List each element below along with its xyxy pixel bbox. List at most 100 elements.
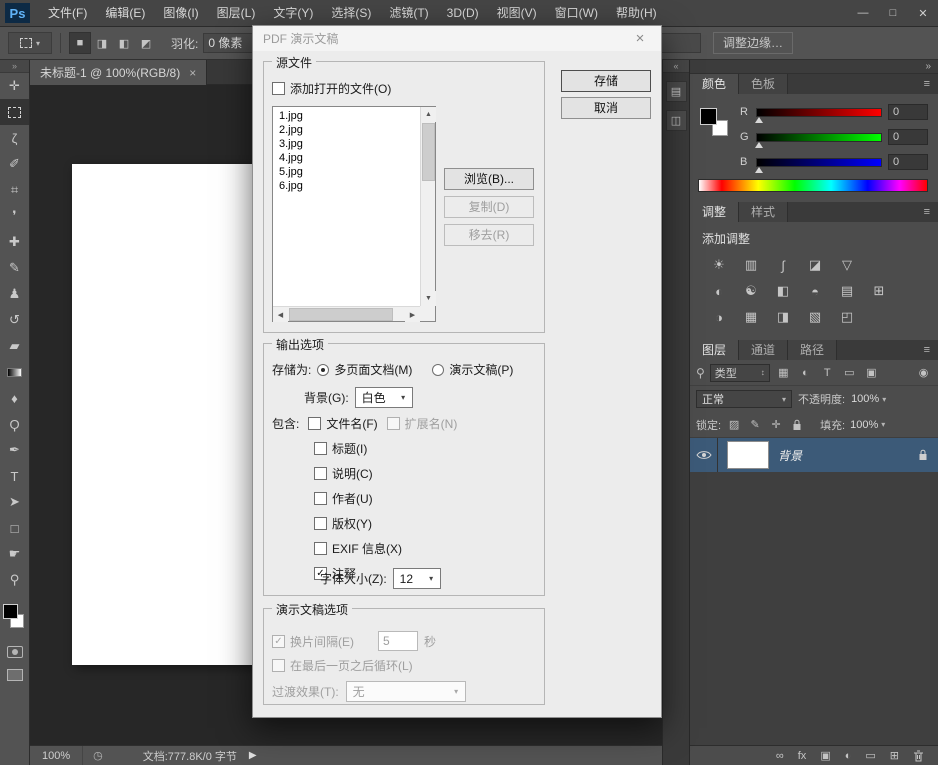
dodge-tool[interactable]: Ϙ xyxy=(0,411,29,437)
copyright-checkbox[interactable]: 版权(Y) xyxy=(314,515,402,532)
gradient-map-icon[interactable]: ▧ xyxy=(804,308,826,326)
eraser-tool[interactable]: ▰ xyxy=(0,333,29,359)
zoom-level-field[interactable]: 100% xyxy=(30,746,83,765)
scroll-left-icon[interactable]: ◀ xyxy=(273,307,288,322)
color-lookup-icon[interactable]: ⊞ xyxy=(868,282,890,300)
minimize-button[interactable]: — xyxy=(848,7,878,19)
menu-view[interactable]: 视图(V) xyxy=(488,0,546,27)
refine-edge-button[interactable]: 调整边缘… xyxy=(713,32,793,54)
panel-menu-icon[interactable]: ≡ xyxy=(924,206,938,218)
exposure-icon[interactable]: ◪ xyxy=(804,256,826,274)
maximize-button[interactable]: □ xyxy=(878,7,908,19)
save-button[interactable]: 存储 xyxy=(561,70,651,92)
color-balance-icon[interactable]: ☯ xyxy=(740,282,762,300)
menu-3d[interactable]: 3D(D) xyxy=(438,0,488,27)
vibrance-icon[interactable]: ▽ xyxy=(836,256,858,274)
gradient-tool[interactable] xyxy=(0,359,29,385)
panel-menu-icon[interactable]: ≡ xyxy=(924,344,938,356)
checkbox[interactable] xyxy=(272,82,285,95)
quick-selection-tool[interactable]: ✐ xyxy=(0,151,29,177)
black-white-icon[interactable]: ◧ xyxy=(772,282,794,300)
background-dropdown[interactable]: 白色 ▾ xyxy=(355,387,413,408)
scroll-up-icon[interactable]: ▲ xyxy=(421,107,436,122)
delete-layer-icon[interactable] xyxy=(913,750,924,762)
new-layer-icon[interactable]: ⊞ xyxy=(890,749,899,762)
filename-checkbox[interactable]: 文件名(F) xyxy=(308,415,377,432)
foreground-color-swatch[interactable] xyxy=(700,108,717,125)
checkbox[interactable] xyxy=(314,442,327,455)
menu-help[interactable]: 帮助(H) xyxy=(607,0,666,27)
rectangular-marquee-tool[interactable] xyxy=(0,99,29,125)
list-item[interactable]: 6.jpg xyxy=(273,179,420,193)
color-spectrum-ramp[interactable] xyxy=(698,179,928,192)
menu-file[interactable]: 文件(F) xyxy=(39,0,96,27)
toolbar-collapse-icon[interactable]: » xyxy=(0,60,29,73)
filter-type-layers-icon[interactable]: T xyxy=(819,364,836,382)
horizontal-scrollbar[interactable]: ◀ ▶ xyxy=(273,306,420,321)
tab-paths[interactable]: 路径 xyxy=(788,340,837,360)
list-item[interactable]: 4.jpg xyxy=(273,151,420,165)
link-layers-icon[interactable]: ∞ xyxy=(776,750,784,762)
scroll-right-icon[interactable]: ▶ xyxy=(405,307,420,322)
lock-transparency-icon[interactable]: ▨ xyxy=(726,417,742,433)
intersect-selection-mode-button[interactable]: ◩ xyxy=(135,32,157,54)
dialog-close-icon[interactable]: × xyxy=(629,30,651,47)
list-item[interactable]: 3.jpg xyxy=(273,137,420,151)
red-slider[interactable] xyxy=(756,108,882,117)
presentation-radio[interactable]: 演示文稿(P) xyxy=(432,361,513,378)
filter-pixel-layers-icon[interactable]: ▦ xyxy=(775,364,792,382)
blue-value-field[interactable]: 0 xyxy=(888,154,928,170)
document-canvas[interactable] xyxy=(72,164,258,665)
brightness-contrast-icon[interactable]: ☀ xyxy=(708,256,730,274)
add-to-selection-mode-button[interactable]: ◨ xyxy=(91,32,113,54)
exif-checkbox[interactable]: EXIF 信息(X) xyxy=(314,540,402,557)
lock-all-icon[interactable] xyxy=(789,417,805,433)
pen-tool[interactable]: ✒ xyxy=(0,437,29,463)
slider-handle[interactable] xyxy=(755,117,763,123)
new-selection-mode-button[interactable]: ■ xyxy=(69,32,91,54)
blue-slider[interactable] xyxy=(756,158,882,167)
brush-tool[interactable]: ✎ xyxy=(0,255,29,281)
new-group-icon[interactable]: ▭ xyxy=(865,749,875,762)
panel-menu-icon[interactable]: ≡ xyxy=(924,78,938,90)
status-menu-arrow-icon[interactable]: ▶ xyxy=(249,750,257,761)
multipage-radio[interactable]: 多页面文档(M) xyxy=(317,361,412,378)
path-selection-tool[interactable]: ➤ xyxy=(0,489,29,515)
spot-healing-brush-tool[interactable]: ✚ xyxy=(0,229,29,255)
tab-close-icon[interactable]: × xyxy=(189,66,196,80)
layer-thumbnail[interactable] xyxy=(727,441,769,469)
filter-shape-layers-icon[interactable]: ▭ xyxy=(841,364,858,382)
menu-edit[interactable]: 编辑(E) xyxy=(96,0,154,27)
slider-handle[interactable] xyxy=(755,167,763,173)
type-tool[interactable]: T xyxy=(0,463,29,489)
scrollbar-thumb[interactable] xyxy=(422,123,435,181)
radio[interactable] xyxy=(432,364,444,376)
threshold-icon[interactable]: ◨ xyxy=(772,308,794,326)
scrollbar-thumb[interactable] xyxy=(289,308,393,321)
rectangle-tool[interactable]: □ xyxy=(0,515,29,541)
radio-selected[interactable] xyxy=(317,364,329,376)
list-item[interactable]: 1.jpg xyxy=(273,109,420,123)
filter-adjustment-layers-icon[interactable]: ◐ xyxy=(797,364,814,382)
color-swatches-widget[interactable] xyxy=(0,601,29,637)
eyedropper-tool[interactable]: ❜ xyxy=(0,203,29,229)
red-value-field[interactable]: 0 xyxy=(888,104,928,120)
blur-tool[interactable]: ♦ xyxy=(0,385,29,411)
tab-swatches[interactable]: 色板 xyxy=(739,74,788,94)
add-layer-mask-icon[interactable]: ▣ xyxy=(820,749,830,762)
levels-icon[interactable]: ▥ xyxy=(740,256,762,274)
zoom-tool[interactable]: ⚲ xyxy=(0,567,29,593)
move-tool[interactable]: ✛ xyxy=(0,73,29,99)
tab-layers[interactable]: 图层 xyxy=(690,340,739,360)
dialog-titlebar[interactable]: PDF 演示文稿 × xyxy=(253,26,661,51)
menu-select[interactable]: 选择(S) xyxy=(322,0,380,27)
filter-smart-objects-icon[interactable]: ▣ xyxy=(863,364,880,382)
layer-style-icon[interactable]: fx xyxy=(798,750,807,762)
crop-tool[interactable]: ⌗ xyxy=(0,177,29,203)
hue-saturation-icon[interactable]: ◐ xyxy=(708,282,730,300)
panel-color-swatches[interactable] xyxy=(700,108,736,144)
tab-channels[interactable]: 通道 xyxy=(739,340,788,360)
history-brush-tool[interactable]: ↺ xyxy=(0,307,29,333)
slider-handle[interactable] xyxy=(755,142,763,148)
clone-stamp-tool[interactable]: ♟ xyxy=(0,281,29,307)
